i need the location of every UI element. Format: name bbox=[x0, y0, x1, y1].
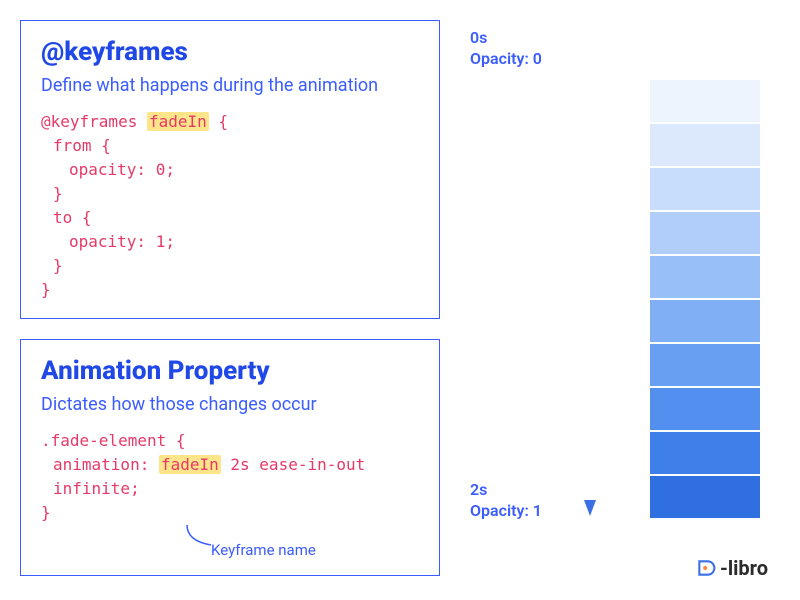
timeline-end-opacity: Opacity: 1 bbox=[470, 501, 542, 522]
code-text: from { bbox=[41, 134, 419, 158]
swatch bbox=[650, 476, 760, 518]
logo: -libro bbox=[696, 556, 768, 580]
keyframes-code: @keyframes fadeIn { from { opacity: 0; }… bbox=[41, 110, 419, 302]
keyframes-card: @keyframes Define what happens during th… bbox=[20, 20, 440, 319]
swatch bbox=[650, 124, 760, 166]
code-text: } bbox=[41, 182, 419, 206]
swatch bbox=[650, 300, 760, 342]
code-highlight: fadeIn bbox=[159, 455, 221, 474]
swatch bbox=[650, 344, 760, 386]
keyframes-title: @keyframes bbox=[41, 37, 419, 67]
code-text: .fade-element { bbox=[41, 429, 419, 453]
code-text: { bbox=[209, 112, 228, 131]
timeline-start-label: 0s Opacity: 0 bbox=[470, 28, 780, 70]
swatch bbox=[650, 388, 760, 430]
code-text: opacity: 0; bbox=[41, 158, 419, 182]
timeline-end-time: 2s bbox=[470, 480, 542, 501]
swatch bbox=[650, 432, 760, 474]
animation-title: Animation Property bbox=[41, 356, 419, 386]
timeline-panel: 0s Opacity: 0 2s bbox=[470, 20, 780, 576]
code-text: } bbox=[41, 278, 419, 302]
swatch bbox=[650, 212, 760, 254]
pointer: Keyframe name bbox=[41, 529, 419, 559]
logo-text: -libro bbox=[720, 556, 768, 580]
timeline-end-label: 2s Opacity: 1 bbox=[470, 480, 542, 522]
swatch bbox=[650, 256, 760, 298]
timeline-arrow-icon bbox=[580, 80, 600, 520]
animation-card: Animation Property Dictates how those ch… bbox=[20, 339, 440, 576]
pointer-label: Keyframe name bbox=[211, 541, 316, 559]
code-text: } bbox=[41, 501, 419, 525]
keyframes-subtitle: Define what happens during the animation bbox=[41, 73, 419, 98]
timeline-start-time: 0s bbox=[470, 28, 780, 49]
swatch bbox=[650, 168, 760, 210]
logo-icon bbox=[696, 558, 716, 578]
animation-subtitle: Dictates how those changes occur bbox=[41, 392, 419, 417]
code-text: opacity: 1; bbox=[41, 230, 419, 254]
timeline-start-opacity: Opacity: 0 bbox=[470, 49, 780, 70]
code-text: @keyframes bbox=[41, 112, 147, 131]
opacity-swatches bbox=[650, 80, 760, 520]
code-highlight: fadeIn bbox=[147, 112, 209, 131]
swatch bbox=[650, 80, 760, 122]
code-text: to { bbox=[41, 206, 419, 230]
animation-code: .fade-element { animation: fadeIn 2s eas… bbox=[41, 429, 419, 525]
code-text: } bbox=[41, 254, 419, 278]
code-text: animation: bbox=[53, 455, 159, 474]
